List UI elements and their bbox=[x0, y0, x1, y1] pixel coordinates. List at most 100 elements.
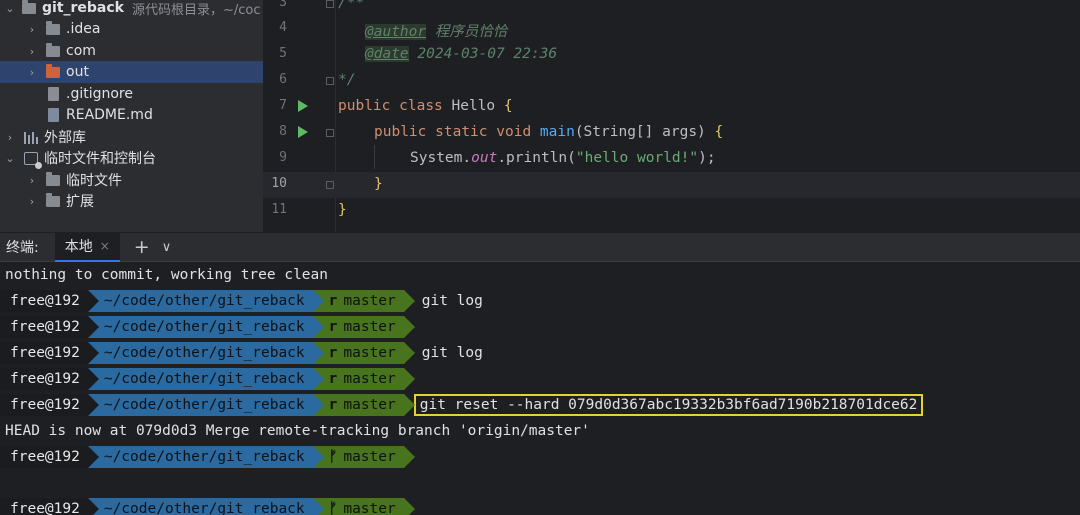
tree-item-label: .gitignore bbox=[66, 86, 133, 102]
tree-item-label: .idea bbox=[66, 21, 101, 37]
comment-close: */ bbox=[338, 72, 356, 88]
terminal-prompt-line: free@192 ~/code/other/git_reback r master… bbox=[0, 393, 924, 417]
folder-icon bbox=[46, 42, 60, 57]
line-number: 9 bbox=[279, 150, 287, 165]
keyword: class bbox=[399, 98, 443, 114]
code-line[interactable]: 9 System.out.println("hello world!"); bbox=[263, 146, 1080, 172]
branch-icon: r bbox=[328, 397, 338, 413]
chevron-down-icon[interactable]: ⌄ bbox=[4, 152, 16, 165]
line-number: 3 bbox=[279, 0, 287, 10]
scratches-icon bbox=[24, 151, 42, 169]
line-number: 11 bbox=[271, 202, 287, 217]
tree-item-scratches[interactable]: ⌄ 临时文件和控制台 bbox=[0, 147, 263, 169]
tree-item-label: 临时文件 bbox=[66, 173, 122, 189]
code-call: .println( bbox=[497, 150, 576, 166]
tree-item-scratch-files[interactable]: › 临时文件 bbox=[0, 169, 263, 191]
tree-item-external-libraries[interactable]: › 外部库 bbox=[0, 126, 263, 148]
run-icon[interactable] bbox=[298, 126, 308, 138]
line-number: 6 bbox=[279, 72, 287, 87]
project-tree: ⌄ git_reback 源代码根目录，~/coc › .idea › com … bbox=[0, 0, 263, 232]
add-tab-icon[interactable]: + bbox=[134, 236, 150, 258]
keyword: static bbox=[435, 124, 488, 140]
tree-item-extensions[interactable]: › 扩展 bbox=[0, 190, 263, 212]
tree-item-out[interactable]: › out bbox=[0, 61, 263, 83]
terminal-prompt-line: free@192 ~/code/other/git_reback ᚠ master bbox=[0, 445, 415, 469]
chevron-down-icon[interactable]: ∨ bbox=[162, 240, 172, 255]
prompt-git: ᚠ master bbox=[312, 498, 415, 515]
tree-item-label: README.md bbox=[66, 107, 153, 123]
prompt-user: free@192 bbox=[0, 290, 99, 312]
folder-icon bbox=[46, 192, 60, 207]
terminal-output-line: nothing to commit, working tree clean bbox=[5, 263, 328, 287]
terminal-command-highlighted: git reset --hard 079d0d367abc19332b3bf6a… bbox=[413, 394, 924, 416]
code-editor[interactable]: 3 /** 4 @author 程序员恰恰 5 @date 2024-03-07… bbox=[263, 0, 1080, 232]
branch-icon: ᚠ bbox=[328, 501, 338, 515]
code-line-current[interactable]: 10 } bbox=[263, 172, 1080, 198]
fold-icon[interactable] bbox=[326, 181, 334, 189]
line-number: 5 bbox=[279, 46, 287, 61]
terminal-prompt-line: free@192 ~/code/other/git_reback ᚠ master bbox=[0, 497, 415, 515]
chevron-right-icon[interactable]: › bbox=[4, 131, 16, 144]
prompt-git: r master bbox=[312, 368, 415, 390]
code-line[interactable]: 11 } bbox=[263, 198, 1080, 224]
terminal-tab-bar: 终端: 本地 × + ∨ bbox=[0, 232, 1080, 262]
code-field: out bbox=[471, 150, 498, 166]
chevron-right-icon[interactable]: › bbox=[26, 174, 38, 187]
code-line[interactable]: 6 */ bbox=[263, 68, 1080, 94]
tree-item-gitignore[interactable]: .gitignore bbox=[0, 83, 263, 105]
tab-local-label: 本地 bbox=[64, 239, 93, 255]
line-number: 4 bbox=[279, 20, 287, 35]
params: (String[] args) bbox=[574, 124, 706, 140]
tree-item-label: 扩展 bbox=[66, 194, 94, 210]
tree-item-idea[interactable]: › .idea bbox=[0, 18, 263, 40]
code-obj: System. bbox=[410, 150, 472, 166]
terminal-prompt-line: free@192 ~/code/other/git_reback r master bbox=[0, 367, 415, 391]
chevron-down-icon[interactable]: ⌄ bbox=[4, 2, 16, 15]
code-line[interactable]: 7 public class Hello { bbox=[263, 94, 1080, 120]
terminal-prompt-line: free@192 ~/code/other/git_reback r master… bbox=[0, 341, 483, 365]
fold-icon[interactable] bbox=[326, 129, 334, 137]
tree-item-label: out bbox=[66, 64, 89, 80]
javadoc-tag: @date bbox=[365, 46, 409, 62]
javadoc-text: 程序员恰恰 bbox=[426, 24, 508, 40]
fold-icon[interactable] bbox=[326, 0, 334, 8]
code-line[interactable]: 3 /** bbox=[263, 0, 1080, 17]
tab-local[interactable]: 本地 × bbox=[54, 232, 120, 262]
prompt-path: ~/code/other/git_reback bbox=[87, 316, 324, 338]
javadoc-text: 2024-03-07 22:36 bbox=[408, 46, 558, 62]
chevron-right-icon[interactable]: › bbox=[26, 45, 38, 58]
chevron-right-icon[interactable]: › bbox=[26, 23, 38, 36]
tree-item-label: 外部库 bbox=[44, 130, 86, 146]
branch-icon: r bbox=[328, 319, 338, 335]
code-line[interactable]: 4 @author 程序员恰恰 bbox=[263, 16, 1080, 42]
terminal[interactable]: nothing to commit, working tree clean fr… bbox=[0, 262, 1080, 515]
string-literal: "hello world!" bbox=[575, 150, 699, 166]
tree-item-label: 临时文件和控制台 bbox=[44, 151, 156, 167]
prompt-path: ~/code/other/git_reback bbox=[87, 368, 324, 390]
code-line[interactable]: 8 public static void main(String[] args)… bbox=[263, 120, 1080, 146]
prompt-user: free@192 bbox=[0, 498, 99, 515]
prompt-user: free@192 bbox=[0, 394, 99, 416]
prompt-user: free@192 bbox=[0, 368, 99, 390]
tree-root-git-reback[interactable]: ⌄ git_reback 源代码根目录，~/coc bbox=[0, 0, 263, 19]
line-number: 8 bbox=[279, 124, 287, 139]
tree-item-readme[interactable]: README.md bbox=[0, 104, 263, 126]
close-icon[interactable]: × bbox=[100, 239, 110, 253]
brace: } bbox=[338, 202, 347, 218]
file-icon bbox=[48, 87, 59, 101]
prompt-user: free@192 bbox=[0, 342, 99, 364]
terminal-command: git log bbox=[421, 345, 483, 361]
prompt-path: ~/code/other/git_reback bbox=[87, 394, 324, 416]
folder-icon bbox=[22, 0, 36, 14]
tree-item-com[interactable]: › com bbox=[0, 40, 263, 62]
chevron-right-icon[interactable]: › bbox=[26, 195, 38, 208]
tree-root-hint: 源代码根目录，~/coc bbox=[132, 2, 261, 18]
terminal-output-line: HEAD is now at 079d0d3 Merge remote-trac… bbox=[5, 419, 590, 443]
prompt-path: ~/code/other/git_reback bbox=[87, 498, 324, 515]
prompt-path: ~/code/other/git_reback bbox=[87, 342, 324, 364]
run-icon[interactable] bbox=[298, 100, 308, 112]
chevron-right-icon[interactable]: › bbox=[26, 66, 38, 79]
fold-icon[interactable] bbox=[326, 77, 334, 85]
prompt-git: ᚠ master bbox=[312, 446, 415, 468]
code-line[interactable]: 5 @date 2024-03-07 22:36 bbox=[263, 42, 1080, 68]
